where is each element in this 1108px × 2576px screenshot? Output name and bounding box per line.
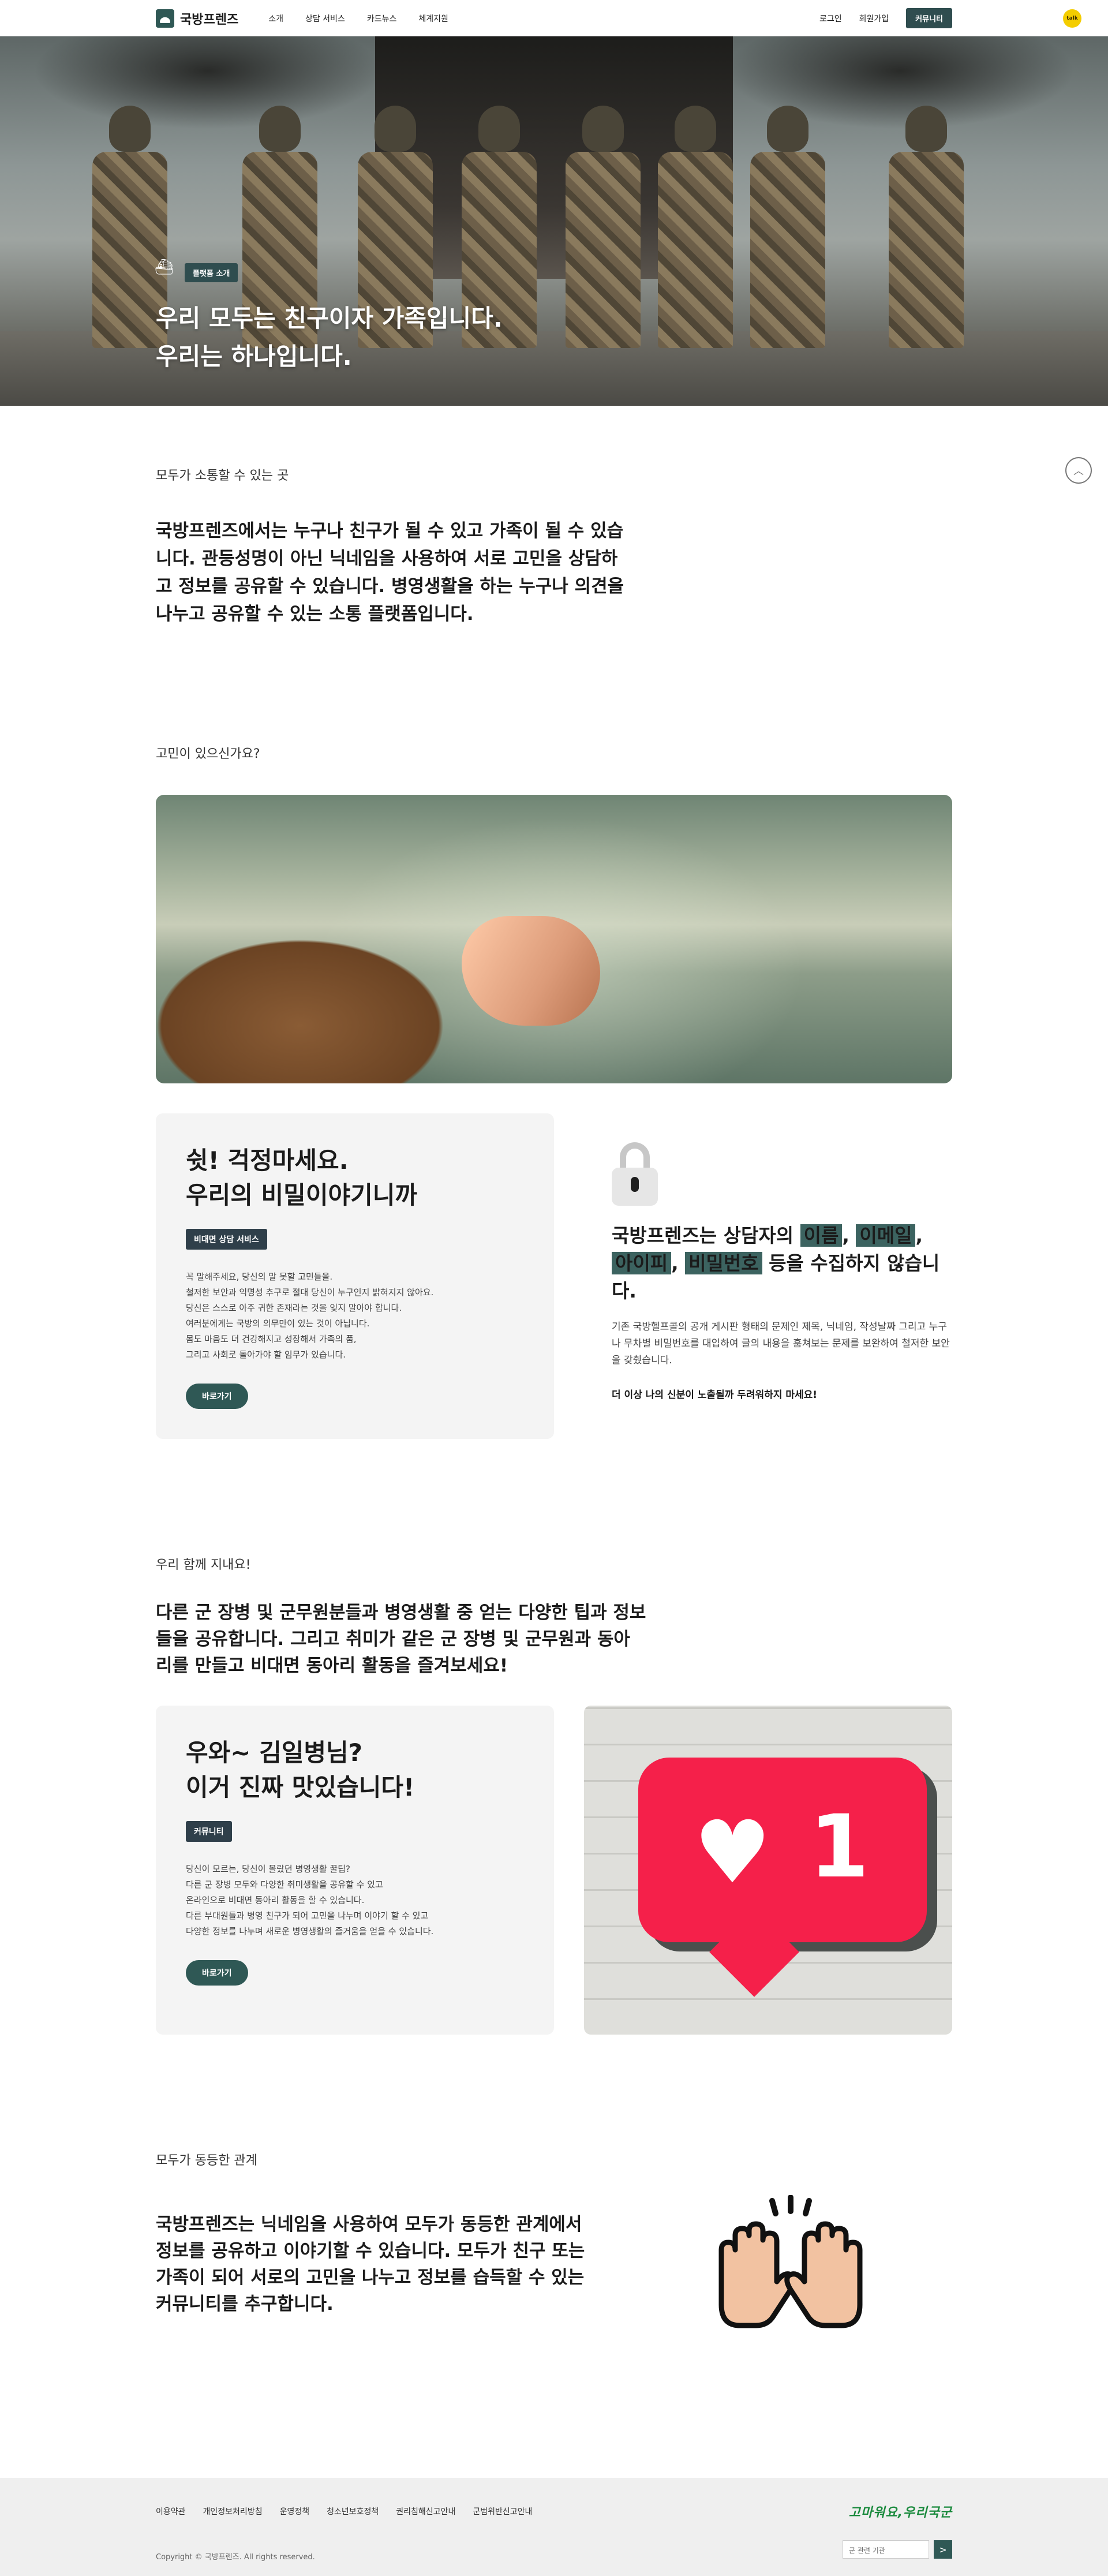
card-body-line: 철저한 보안과 익명성 추구로 절대 당신이 누구인지 밝혀지지 않아요. xyxy=(186,1287,434,1298)
footer-link-terms[interactable]: 이용약관 xyxy=(156,2506,186,2517)
privacy-body: 기존 국방헬프콜의 공개 게시판 형태의 문제인 제목, 닉네임, 작성날짜 그… xyxy=(612,1321,950,1366)
signup-link[interactable]: 회원가입 xyxy=(859,13,889,24)
copyright: Copyright © 국방프렌즈. All rights reserved. xyxy=(156,2553,315,2562)
hero-title: 우리 모두는 친구이자 가족입니다. 우리는 하나입니다. xyxy=(156,300,503,376)
separator: , xyxy=(915,1224,923,1247)
privacy-title: 국방프렌즈는 상담자의 이름, 이메일, 아이피, 비밀번호 등을 수집하지 않습… xyxy=(612,1222,952,1305)
community-button[interactable]: 커뮤니티 xyxy=(906,8,952,28)
nav-item-cardnews[interactable]: 카드뉴스 xyxy=(367,13,397,24)
ship-icon: ⛴ xyxy=(155,259,174,276)
kakao-label: talk xyxy=(1066,16,1078,21)
section-label: 모두가 소통할 수 있는 곳 xyxy=(156,469,289,483)
counsel-card: 쉿! 걱정마세요. 우리의 비밀이야기니까 비대면 상담 서비스 꼭 말해주세요… xyxy=(156,1113,554,1439)
card-body-line: 당신이 모르는, 당신이 몰랐던 병영생활 꿀팁? xyxy=(186,1864,350,1874)
section-lead: 다른 군 장병 및 군무원분들과 병영생활 중 얻는 다양한 팁과 정보들을 공… xyxy=(156,1602,646,1676)
card-body-line: 온라인으로 비대면 동아리 활동을 할 수 있습니다. xyxy=(186,1895,365,1905)
card-body-line: 다양한 정보를 나누며 새로운 병영생활의 즐거움을 얻을 수 있습니다. xyxy=(186,1926,434,1936)
footer-link-privacy[interactable]: 개인정보처리방침 xyxy=(203,2506,263,2517)
related-sites-select[interactable]: 군 관련 기관 xyxy=(843,2540,929,2559)
card-body: 꼭 말해주세요, 당신의 말 못할 고민들을. 철저한 보안과 익명성 추구로 … xyxy=(186,1269,524,1363)
go-button[interactable]: > xyxy=(934,2540,952,2559)
section-communication: 모두가 소통할 수 있는 곳 국방프렌즈에서는 누구나 친구가 될 수 있고 가… xyxy=(0,406,1108,628)
card-title-line-2: 이거 진짜 맛있습니다! xyxy=(186,1773,415,1801)
raised-hands-icon xyxy=(718,2195,863,2328)
card-body-line: 꼭 말해주세요, 당신의 말 못할 고민들을. xyxy=(186,1272,333,1282)
chevron-up-icon: ︿ xyxy=(1073,465,1084,477)
logo-icon xyxy=(156,9,174,28)
card-body-line: 여러분에게는 국방의 의무만이 있는 것이 아닙니다. xyxy=(186,1318,370,1329)
card-body-line: 다른 군 장병 모두와 다양한 취미생활을 공유할 수 있고 xyxy=(186,1879,383,1890)
hero-title-line-2: 우리는 하나입니다. xyxy=(156,342,352,371)
card-title-line-1: 우와~ 김일병님? xyxy=(186,1738,363,1767)
card-body: 당신이 모르는, 당신이 몰랐던 병영생활 꿀팁? 다른 군 장병 모두와 다양… xyxy=(186,1861,524,1939)
nav-item-support[interactable]: 체계지원 xyxy=(418,13,448,24)
footer-logo: 고마워요,우리국군 xyxy=(848,2506,952,2520)
site-footer: 이용약관 개인정보처리방침 운영정책 청소년보호정책 권리침해신고안내 군범위반… xyxy=(0,2478,1108,2576)
hero-badge: 플랫폼 소개 xyxy=(185,263,238,282)
footer-link-youth[interactable]: 청소년보호정책 xyxy=(327,2506,379,2517)
hero-title-line-1: 우리 모두는 친구이자 가족입니다. xyxy=(156,304,503,332)
card-title-line-2: 우리의 비밀이야기니까 xyxy=(186,1181,418,1209)
privacy-note: 더 이상 나의 신분이 노출될까 두려워하지 마세요! xyxy=(612,1389,818,1401)
hero-soldier xyxy=(566,106,641,348)
section-label: 고민이 있으신가요? xyxy=(156,747,260,761)
logo[interactable]: 국방프렌즈 xyxy=(156,9,238,28)
site-header: 국방프렌즈 소개 상담 서비스 카드뉴스 체계지원 로그인 회원가입 커뮤니티 … xyxy=(0,0,1108,36)
card-badge: 비대면 상담 서비스 xyxy=(186,1229,267,1250)
hero-banner: ⛴ 플랫폼 소개 우리 모두는 친구이자 가족입니다. 우리는 하나입니다. xyxy=(0,36,1108,406)
login-link[interactable]: 로그인 xyxy=(819,13,842,24)
section-lead: 국방프렌즈는 닉네임을 사용하여 모두가 동등한 관계에서 정보를 공유하고 이… xyxy=(156,2214,585,2315)
nav-item-counsel[interactable]: 상담 서비스 xyxy=(305,13,345,24)
highlight-password: 비밀번호 xyxy=(685,1252,762,1274)
go-community-button[interactable]: 바로가기 xyxy=(186,1960,248,1986)
separator: , xyxy=(842,1224,856,1247)
heart-icon: ♥ xyxy=(694,1803,772,1903)
like-notification-photo: ♥ 1 xyxy=(584,1706,952,2035)
hero-soldier xyxy=(750,106,825,348)
section-counsel: 고민이 있으신가요? 쉿! 걱정마세요. 우리의 비밀이야기니까 비대면 상담 … xyxy=(0,628,1108,1439)
nav-item-about[interactable]: 소개 xyxy=(268,13,283,24)
card-title: 우와~ 김일병님? 이거 진짜 맛있습니다! xyxy=(186,1736,524,1805)
card-badge: 커뮤니티 xyxy=(186,1821,232,1842)
card-body-line: 당신은 스스로 아주 귀한 존재라는 것을 잊지 말아야 합니다. xyxy=(186,1303,402,1313)
section-label: 모두가 동등한 관계 xyxy=(156,2153,257,2168)
logo-text: 국방프렌즈 xyxy=(180,12,239,27)
privacy-info: 국방프렌즈는 상담자의 이름, 이메일, 아이피, 비밀번호 등을 수집하지 않습… xyxy=(584,1113,952,1439)
scroll-top-button[interactable]: ︿ xyxy=(1065,457,1092,484)
footer-links: 이용약관 개인정보처리방침 운영정책 청소년보호정책 권리침해신고안내 군범위반… xyxy=(156,2506,532,2517)
highlight-ip: 아이피 xyxy=(612,1252,672,1274)
lock-icon xyxy=(612,1142,658,1206)
footer-link-policy[interactable]: 운영정책 xyxy=(280,2506,310,2517)
clasped-hands-photo xyxy=(156,795,952,1083)
privacy-title-text: 국방프렌즈는 상담자의 xyxy=(612,1224,800,1247)
card-title-line-1: 쉿! 걱정마세요. xyxy=(186,1146,349,1175)
separator: , xyxy=(671,1252,686,1274)
hero-soldier xyxy=(889,106,964,348)
kakao-talk-icon[interactable]: talk xyxy=(1063,9,1081,28)
section-lead: 국방프렌즈에서는 누구나 친구가 될 수 있고 가족이 될 수 있습니다. 관등… xyxy=(156,521,624,625)
section-equality: 모두가 동등한 관계 국방프렌즈는 닉네임을 사용하여 모두가 동등한 관계에서… xyxy=(0,2035,1108,2334)
community-card: 우와~ 김일병님? 이거 진짜 맛있습니다! 커뮤니티 당신이 모르는, 당신이… xyxy=(156,1706,554,2035)
hero-soldier xyxy=(658,106,733,348)
section-label: 우리 함께 지내요! xyxy=(156,1558,251,1572)
footer-link-report[interactable]: 군범위반신고안내 xyxy=(473,2506,532,2517)
main-nav: 소개 상담 서비스 카드뉴스 체계지원 xyxy=(268,13,448,24)
card-body-line: 다른 부대원들과 병영 친구가 되어 고민을 나누며 이야기 할 수 있고 xyxy=(186,1910,429,1921)
section-community: 우리 함께 지내요! 다른 군 장병 및 군무원분들과 병영생활 중 얻는 다양… xyxy=(0,1439,1108,2035)
card-body-line: 몸도 마음도 더 건강해지고 성장해서 가족의 품, xyxy=(186,1334,357,1344)
highlight-name: 이름 xyxy=(800,1224,843,1247)
like-count: 1 xyxy=(809,1797,870,1897)
footer-link-rights[interactable]: 권리침해신고안내 xyxy=(396,2506,455,2517)
card-body-line: 그리고 사회로 돌아가야 할 임무가 있습니다. xyxy=(186,1349,346,1360)
go-counsel-button[interactable]: 바로가기 xyxy=(186,1384,248,1409)
card-title: 쉿! 걱정마세요. 우리의 비밀이야기니까 xyxy=(186,1143,524,1213)
highlight-email: 이메일 xyxy=(856,1224,916,1247)
